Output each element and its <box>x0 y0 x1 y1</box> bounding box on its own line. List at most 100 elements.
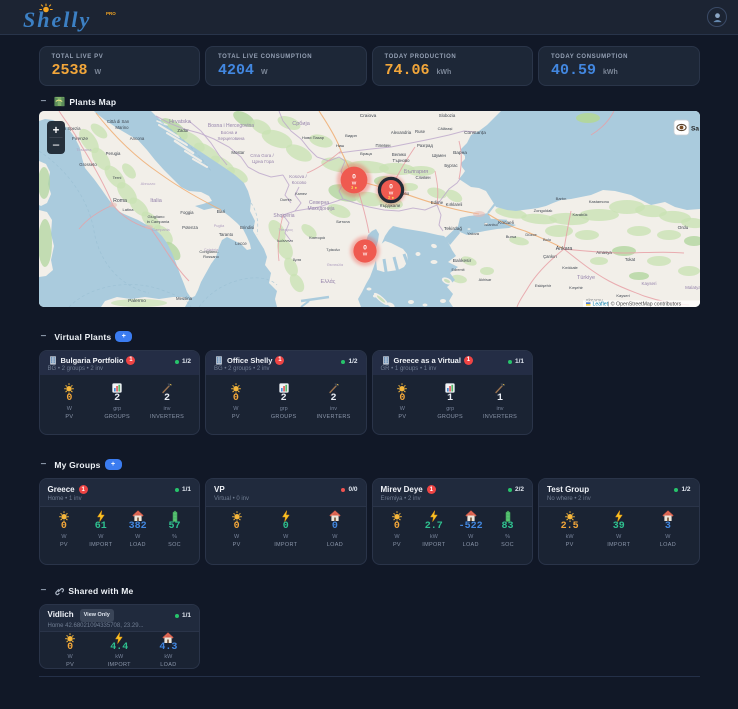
svg-text:Sa: Sa <box>691 126 699 133</box>
svg-text:Mostar: Mostar <box>231 150 245 155</box>
svg-text:Косово: Косово <box>291 180 306 185</box>
svg-text:Messina: Messina <box>175 296 192 301</box>
svg-text:Brindisi: Brindisi <box>239 225 253 230</box>
svg-text:Perugia: Perugia <box>105 151 120 156</box>
svg-text:Crna Gora /: Crna Gora / <box>250 153 274 158</box>
svg-text:Καστοριά: Καστοριά <box>309 236 326 240</box>
svg-text:Toscana: Toscana <box>76 147 92 152</box>
svg-text:Potenza: Potenza <box>182 225 198 230</box>
svg-text:Slobozia: Slobozia <box>438 113 455 118</box>
svg-text:Варна: Варна <box>453 150 467 156</box>
svg-text:Bolu: Bolu <box>542 237 550 242</box>
svg-text:Firenze: Firenze <box>72 136 88 142</box>
svg-text:Ankara: Ankara <box>555 246 572 252</box>
svg-text:Τρίκαλα: Τρίκαλα <box>326 248 340 252</box>
svg-text:Велико: Велико <box>391 152 406 157</box>
svg-text:Malatya: Malatya <box>685 285 700 290</box>
svg-text:Karabük: Karabük <box>572 212 587 217</box>
svg-text:Херцеговина: Херцеговина <box>217 136 244 141</box>
svg-text:Kırıkkale: Kırıkkale <box>562 265 578 270</box>
svg-text:Roma: Roma <box>113 198 127 204</box>
svg-text:Craiova: Craiova <box>359 113 376 119</box>
svg-text:İstanbul: İstanbul <box>484 222 497 227</box>
svg-text:Edremit: Edremit <box>451 268 465 272</box>
svg-text:Kayseri: Kayseri <box>641 281 656 286</box>
svg-text:Kastamonu: Kastamonu <box>588 199 608 204</box>
svg-text:Битола: Битола <box>336 219 350 224</box>
svg-text:2 ●: 2 ● <box>387 195 393 200</box>
svg-text:Foggia: Foggia <box>180 210 194 215</box>
svg-text:Ελλάς: Ελλάς <box>320 278 335 285</box>
svg-text:Puglia: Puglia <box>213 224 224 228</box>
svg-text:Tokat: Tokat <box>624 257 635 262</box>
svg-text:Видин: Видин <box>345 133 357 138</box>
svg-text:Търново: Търново <box>392 158 410 163</box>
svg-text:Bosna i Hercegovina: Bosna i Hercegovina <box>207 123 253 129</box>
svg-text:Palermo: Palermo <box>128 298 146 304</box>
svg-text:Нови Пазар: Нови Пазар <box>302 135 325 140</box>
svg-text:Kırklareli: Kırklareli <box>445 202 462 207</box>
svg-text:Balıkesir: Balıkesir <box>452 258 471 264</box>
svg-text:Alexandria: Alexandria <box>390 130 411 135</box>
svg-text:Shelly: Shelly <box>23 7 91 32</box>
svg-text:Constanța: Constanța <box>464 130 486 136</box>
svg-text:0: 0 <box>389 184 393 191</box>
svg-text:Македонија: Македонија <box>307 206 334 212</box>
svg-text:Kırşehir: Kırşehir <box>569 285 583 290</box>
svg-text:Durrës: Durrës <box>280 198 291 202</box>
svg-text:Ниш: Ниш <box>335 143 343 148</box>
svg-text:Türkiye: Türkiye <box>576 275 594 281</box>
svg-text:Bursa: Bursa <box>505 234 516 239</box>
svg-text:Ordu: Ordu <box>677 225 688 231</box>
svg-text:W: W <box>362 252 367 258</box>
svg-text:Düzce: Düzce <box>525 232 537 237</box>
svg-text:Bari: Bari <box>216 209 225 215</box>
svg-text:Edirne: Edirne <box>430 200 443 205</box>
svg-text:Latina: Latina <box>122 207 134 212</box>
svg-text:Akhisar: Akhisar <box>478 278 491 282</box>
svg-text:Zonguldak: Zonguldak <box>533 208 552 213</box>
svg-text:Taranto: Taranto <box>218 232 233 237</box>
svg-text:Călărași: Călărași <box>437 126 452 131</box>
svg-text:Campania: Campania <box>152 228 170 232</box>
svg-text:Разград: Разград <box>417 143 433 148</box>
svg-text:−: − <box>52 138 60 153</box>
svg-text:Плевен: Плевен <box>375 143 391 148</box>
svg-text:0: 0 <box>363 245 367 252</box>
svg-text:PRO: PRO <box>106 11 116 16</box>
svg-text:Italia: Italia <box>150 198 163 204</box>
svg-text:0: 0 <box>352 174 356 181</box>
svg-text:Hrvatska: Hrvatska <box>169 119 192 125</box>
svg-text:Kosova /: Kosova / <box>289 174 307 179</box>
svg-text:Grosseto: Grosseto <box>79 162 97 167</box>
svg-text:Amasya: Amasya <box>596 250 612 255</box>
svg-text:Zadar: Zadar <box>177 128 189 133</box>
svg-text:Ruse: Ruse <box>414 129 425 134</box>
svg-text:Shqipëria: Shqipëria <box>273 213 294 219</box>
svg-text:Abruzzo: Abruzzo <box>140 181 155 186</box>
svg-text:+: + <box>52 125 59 137</box>
svg-text:Србија: Србија <box>292 121 310 127</box>
svg-text:Kamez: Kamez <box>295 192 307 196</box>
svg-text:Kocaeli: Kocaeli <box>498 220 514 226</box>
svg-text:Άρτα: Άρτα <box>292 258 301 262</box>
svg-text:Eskişehir: Eskişehir <box>534 283 551 288</box>
svg-text:Θεσσαλία: Θεσσαλία <box>326 263 343 267</box>
svg-text:Сливен: Сливен <box>415 175 431 180</box>
svg-text:Città di San: Città di San <box>106 119 129 124</box>
svg-text:Бургас: Бургас <box>444 163 458 168</box>
svg-text:Leaflet: Leaflet <box>592 302 608 307</box>
svg-text:| © OpenStreetMap contributors: | © OpenStreetMap contributors <box>608 301 682 307</box>
svg-text:Marino: Marino <box>115 125 129 130</box>
svg-text:Terni: Terni <box>112 175 121 180</box>
svg-text:Bartın: Bartın <box>555 196 566 201</box>
svg-text:Yalova: Yalova <box>467 231 480 236</box>
svg-text:Враца: Враца <box>360 151 372 156</box>
svg-text:Босна и: Босна и <box>220 130 237 135</box>
svg-text:Ιωάννινα: Ιωάννινα <box>277 238 293 243</box>
svg-text:Tekirdağ: Tekirdağ <box>443 226 461 232</box>
svg-text:Шумен: Шумен <box>432 153 446 158</box>
svg-text:Kayseri: Kayseri <box>616 293 629 298</box>
svg-text:in Campania: in Campania <box>146 219 169 224</box>
svg-text:Lecce: Lecce <box>235 241 247 246</box>
